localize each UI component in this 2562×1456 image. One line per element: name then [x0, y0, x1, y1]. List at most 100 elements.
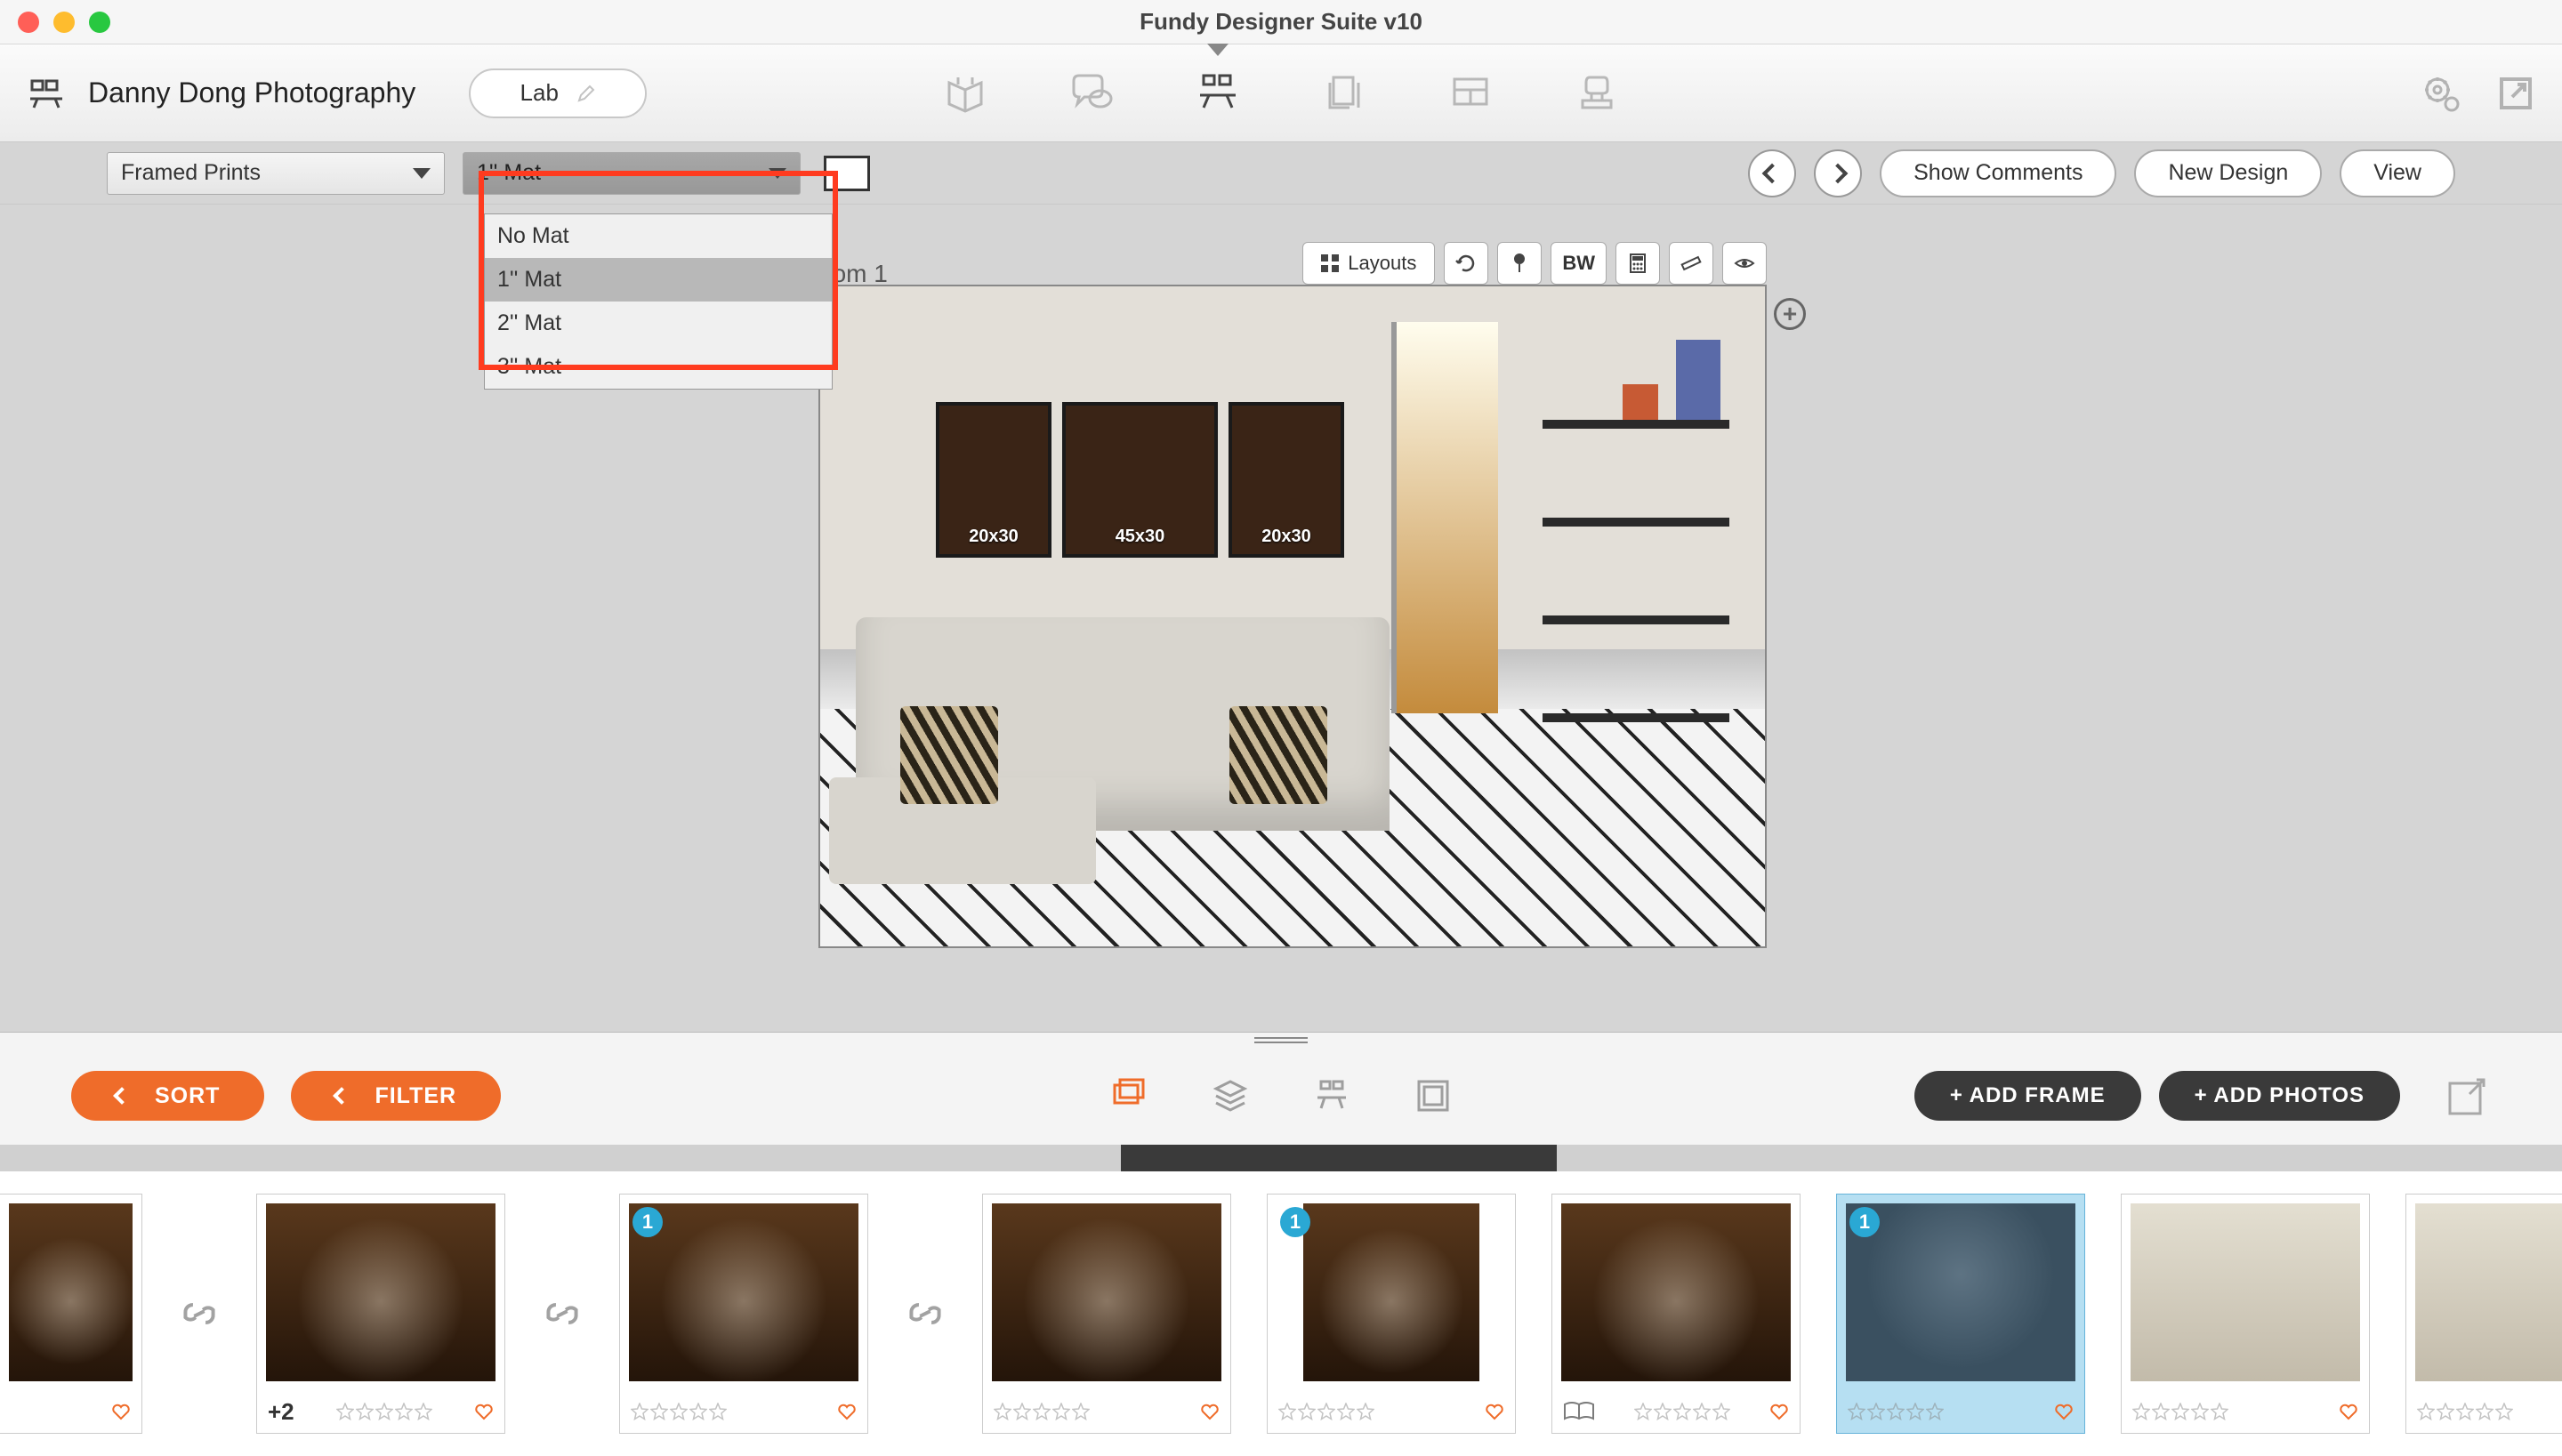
layouts-button[interactable]: Layouts — [1302, 242, 1435, 285]
open-external-icon[interactable] — [2496, 74, 2535, 113]
frames-view-icon[interactable] — [1414, 1076, 1453, 1115]
mat-dropdown-value: 1'' Mat — [477, 160, 541, 186]
zoom-window-button[interactable] — [89, 12, 110, 33]
filmstrip: +2 1 — [0, 1171, 2562, 1456]
heart-icon[interactable] — [474, 1402, 494, 1421]
mat-option-1-mat[interactable]: 1'' Mat — [485, 258, 832, 302]
wall-art-triptych[interactable]: 20x30 45x30 20x30 — [936, 402, 1344, 558]
cards-mode-icon[interactable] — [1321, 70, 1367, 117]
frame-size-1: 20x30 — [969, 527, 1019, 554]
canvas-toolbar: Layouts BW — [1302, 242, 1767, 285]
layers-view-icon[interactable] — [1211, 1076, 1250, 1115]
filmstrip-tab-strip — [0, 1145, 2562, 1171]
preview-button[interactable] — [1722, 242, 1767, 285]
album-mode-icon[interactable] — [942, 70, 988, 117]
panel-toolbar: SORT FILTER + ADD FRAME + ADD PHOTOS — [0, 1047, 2562, 1145]
thumbnail-2[interactable]: 1 — [619, 1194, 868, 1434]
layouts-mode-icon[interactable] — [1447, 70, 1494, 117]
lab-button[interactable]: Lab — [469, 68, 647, 118]
refresh-button[interactable] — [1444, 242, 1488, 285]
chevron-down-icon — [413, 168, 431, 179]
grid-icon — [1321, 254, 1339, 272]
thumbnail-3[interactable] — [982, 1194, 1231, 1434]
mode-icons — [942, 70, 1620, 117]
plus-count: +2 — [268, 1398, 294, 1426]
star-rating[interactable] — [631, 1403, 727, 1420]
heart-icon[interactable] — [2054, 1402, 2074, 1421]
thumbnail-4[interactable]: 1 — [1267, 1194, 1516, 1434]
calculator-button[interactable] — [1615, 242, 1660, 285]
refresh-icon — [1455, 253, 1477, 274]
calculator-icon — [1627, 253, 1648, 274]
mat-option-no-mat[interactable]: No Mat — [485, 214, 832, 258]
thumbnail-8[interactable] — [2405, 1194, 2562, 1434]
chevron-down-icon — [769, 168, 786, 179]
add-button[interactable]: + — [1774, 298, 1806, 330]
bottom-panel: SORT FILTER + ADD FRAME + ADD PHOTOS — [0, 1032, 2562, 1456]
close-window-button[interactable] — [18, 12, 39, 33]
mat-option-3-mat[interactable]: 3'' Mat — [485, 345, 832, 389]
add-photos-button[interactable]: + ADD PHOTOS — [2159, 1071, 2400, 1121]
heart-icon[interactable] — [837, 1402, 857, 1421]
thumbnail-6-selected[interactable]: 1 — [1836, 1194, 2085, 1434]
top-toolbar: Danny Dong Photography Lab — [0, 44, 2562, 142]
minimize-window-button[interactable] — [53, 12, 75, 33]
pencil-icon — [576, 84, 596, 103]
panel-view-icons — [1109, 1076, 1453, 1115]
star-rating[interactable] — [1278, 1403, 1374, 1420]
view-button[interactable]: View — [2340, 149, 2455, 197]
thumbnail-1[interactable]: +2 — [256, 1194, 505, 1434]
heart-icon[interactable] — [111, 1402, 131, 1421]
show-comments-button[interactable]: Show Comments — [1880, 149, 2116, 197]
product-type-dropdown[interactable]: Framed Prints — [107, 152, 445, 195]
next-design-button[interactable] — [1814, 149, 1862, 197]
thumbnail-0[interactable] — [0, 1194, 142, 1434]
chat-mode-icon[interactable] — [1068, 70, 1115, 117]
star-rating[interactable] — [1848, 1403, 1944, 1420]
heart-icon[interactable] — [1200, 1402, 1220, 1421]
mat-dropdown[interactable]: 1'' Mat — [463, 152, 801, 195]
thumbnail-7[interactable] — [2121, 1194, 2370, 1434]
heart-icon[interactable] — [1769, 1402, 1789, 1421]
sort-button[interactable]: SORT — [71, 1071, 264, 1121]
prev-design-button[interactable] — [1748, 149, 1796, 197]
window-titlebar: Fundy Designer Suite v10 — [0, 0, 2562, 44]
pin-icon — [1509, 253, 1530, 274]
album-icon — [1563, 1401, 1595, 1422]
star-rating[interactable] — [2417, 1403, 2513, 1420]
thumbnail-5[interactable] — [1551, 1194, 1801, 1434]
mat-dropdown-menu: No Mat 1'' Mat 2'' Mat 3'' Mat — [484, 213, 833, 390]
canvas-area: oom 1 Layouts BW + — [0, 205, 2562, 1032]
wall-art-mode-icon[interactable] — [1195, 70, 1241, 117]
product-type-value: Framed Prints — [121, 160, 261, 186]
add-frame-button[interactable]: + ADD FRAME — [1914, 1071, 2141, 1121]
star-rating[interactable] — [994, 1403, 1090, 1420]
mat-option-2-mat[interactable]: 2'' Mat — [485, 302, 832, 345]
new-design-button[interactable]: New Design — [2134, 149, 2322, 197]
chevron-left-icon — [113, 1087, 131, 1105]
export-icon[interactable] — [2445, 1073, 2491, 1119]
chevron-left-icon — [1762, 163, 1783, 183]
filter-button[interactable]: FILTER — [291, 1071, 501, 1121]
bw-button[interactable]: BW — [1551, 242, 1607, 285]
star-rating[interactable] — [336, 1403, 432, 1420]
heart-icon[interactable] — [2339, 1402, 2358, 1421]
aspect-ratio-button[interactable] — [824, 156, 870, 191]
star-rating[interactable] — [1634, 1403, 1730, 1420]
photos-view-icon[interactable] — [1109, 1076, 1148, 1115]
frame-size-2: 45x30 — [1116, 527, 1165, 554]
project-name: Danny Dong Photography — [88, 76, 415, 109]
gear-share-icon[interactable] — [2421, 74, 2461, 113]
star-rating[interactable] — [2132, 1403, 2228, 1420]
pin-button[interactable] — [1497, 242, 1542, 285]
usage-badge: 1 — [1280, 1207, 1310, 1237]
ruler-button[interactable] — [1669, 242, 1713, 285]
active-tab-indicator[interactable] — [1121, 1145, 1557, 1171]
heart-icon[interactable] — [1485, 1402, 1504, 1421]
window-title: Fundy Designer Suite v10 — [1140, 8, 1422, 36]
chevron-left-icon — [334, 1087, 351, 1105]
rooms-view-icon[interactable] — [1312, 1076, 1351, 1115]
stamp-mode-icon[interactable] — [1574, 70, 1620, 117]
room-preview[interactable]: 20x30 45x30 20x30 — [818, 285, 1767, 948]
panel-drag-handle[interactable] — [0, 1033, 2562, 1047]
